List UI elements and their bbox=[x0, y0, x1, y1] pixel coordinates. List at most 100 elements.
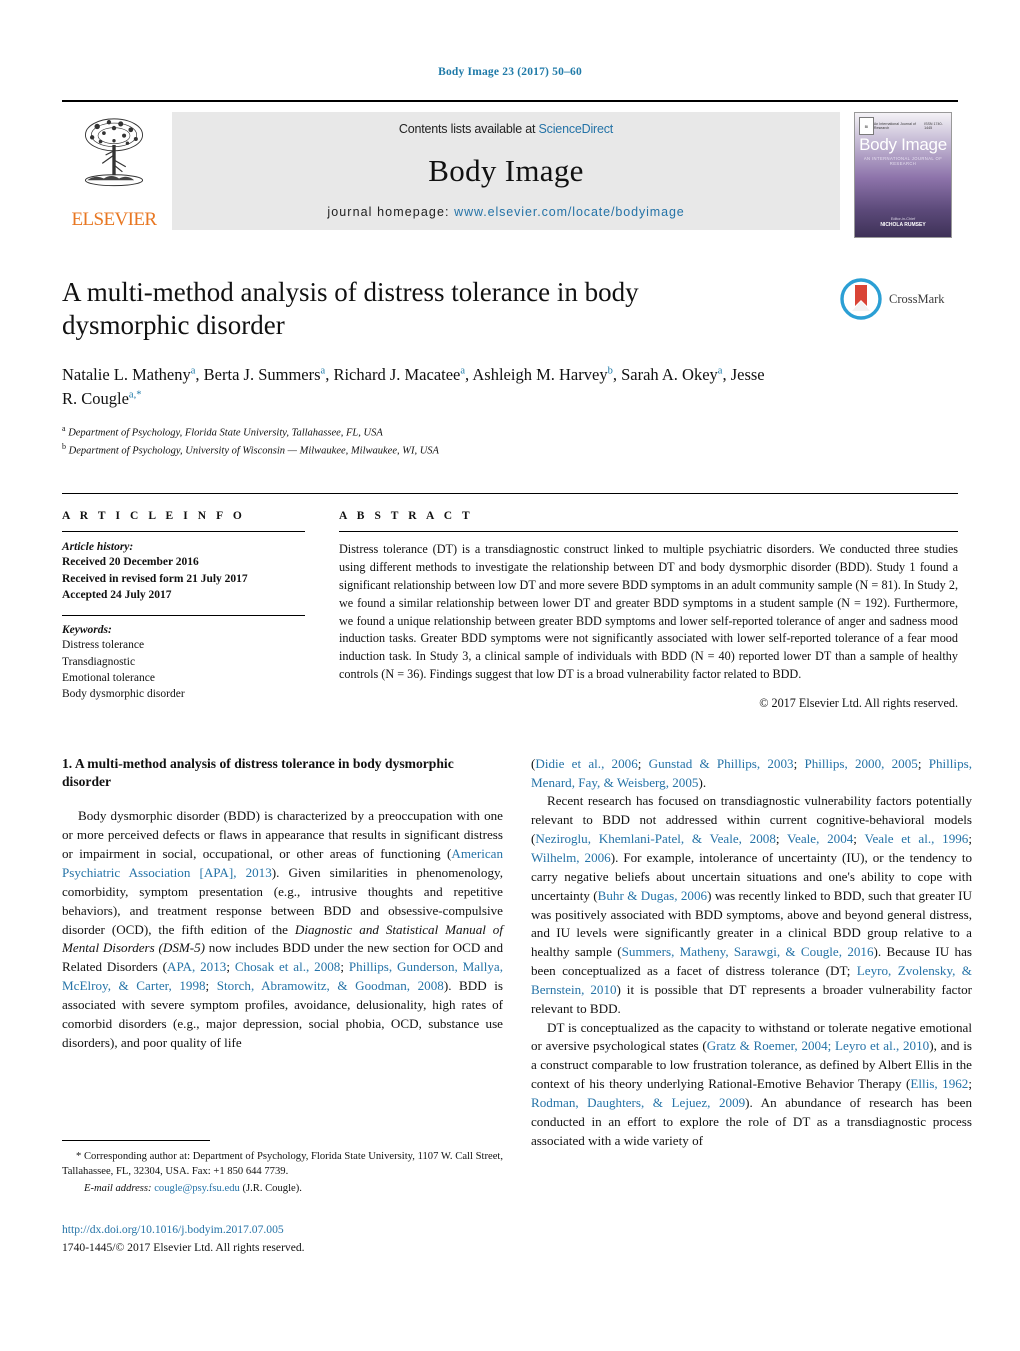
cover-publisher-logo-icon: BI bbox=[859, 117, 874, 135]
email-link[interactable]: cougle@psy.fsu.edu bbox=[154, 1183, 240, 1194]
divider bbox=[62, 531, 305, 533]
paragraph: DT is conceptualized as the capacity to … bbox=[531, 1019, 972, 1151]
author-list: Natalie L. Mathenya, Berta J. Summersa, … bbox=[62, 363, 782, 411]
paragraph: Recent research has focused on transdiag… bbox=[531, 792, 972, 1018]
text-segment: ; bbox=[340, 959, 349, 975]
affiliation-item: a Department of Psychology, Florida Stat… bbox=[62, 423, 958, 441]
journal-cover-block: BI An International Journal of Research … bbox=[854, 112, 958, 238]
abstract-copyright: © 2017 Elsevier Ltd. All rights reserved… bbox=[759, 695, 958, 710]
citation-link[interactable]: Phillips, 2000, 2005 bbox=[804, 756, 917, 771]
citation-link[interactable]: APA, 2013 bbox=[167, 959, 226, 974]
issn-copyright-line: 1740-1445/© 2017 Elsevier Ltd. All right… bbox=[62, 1240, 305, 1254]
doi-block: http://dx.doi.org/10.1016/j.bodyim.2017.… bbox=[62, 1222, 503, 1256]
article-page: Body Image 23 (2017) 50–60 ELSEVIER Cont… bbox=[0, 0, 1020, 1351]
article-history-heading: Article history: bbox=[62, 541, 134, 554]
journal-banner: Contents lists available at ScienceDirec… bbox=[172, 112, 840, 230]
citation-link[interactable]: Veale, 2004 bbox=[787, 831, 853, 846]
abstract-heading: A B S T R A C T bbox=[339, 510, 474, 523]
divider bbox=[339, 531, 958, 533]
author-entry: Natalie L. Mathenya, bbox=[62, 365, 204, 384]
affiliation-item: b Department of Psychology, University o… bbox=[62, 441, 958, 459]
text-segment: ; bbox=[793, 755, 805, 771]
keyword-item: Distress tolerance bbox=[62, 639, 145, 652]
paragraph: Body dysmorphic disorder (BDD) is charac… bbox=[62, 807, 503, 1052]
affiliation-text: Department of Psychology, University of … bbox=[68, 445, 439, 457]
cover-footer-line-1: Editor-in-Chief bbox=[890, 217, 916, 221]
elsevier-logo-block: ELSEVIER bbox=[62, 112, 172, 230]
author-affil-mark[interactable]: a,* bbox=[129, 389, 142, 400]
abstract-column: A B S T R A C T Distress tolerance (DT) … bbox=[339, 510, 958, 711]
text-segment: ; bbox=[775, 831, 788, 847]
article-info-column: A R T I C L E I N F O Article history: R… bbox=[62, 510, 305, 711]
author-entry: Ashleigh M. Harveyb, bbox=[472, 365, 621, 384]
article-history-item: Accepted 24 July 2017 bbox=[62, 588, 172, 601]
keyword-item: Body dysmorphic disorder bbox=[62, 688, 185, 701]
keyword-item: Emotional tolerance bbox=[62, 671, 155, 684]
article-info-heading: A R T I C L E I N F O bbox=[62, 510, 246, 523]
sciencedirect-link[interactable]: ScienceDirect bbox=[539, 122, 614, 136]
author-name: Berta J. Summers bbox=[203, 364, 321, 384]
citation-link[interactable]: Rodman, Daughters, & Lejuez, 2009 bbox=[531, 1095, 745, 1110]
citation-link[interactable]: Storch, Abramowitz, & Goodman, 2008 bbox=[217, 978, 444, 993]
affiliation-text: Department of Psychology, Florida State … bbox=[68, 427, 383, 439]
info-abstract-block: A R T I C L E I N F O Article history: R… bbox=[62, 493, 958, 711]
text-segment: ; bbox=[968, 1076, 972, 1092]
body-column-left: 1. A multi-method analysis of distress t… bbox=[62, 755, 503, 1151]
citation-link[interactable]: Buhr & Dugas, 2006 bbox=[598, 888, 707, 903]
footnote-divider bbox=[62, 1140, 210, 1141]
divider bbox=[62, 615, 305, 617]
body-columns: 1. A multi-method analysis of distress t… bbox=[62, 755, 972, 1151]
section-heading: 1. A multi-method analysis of distress t… bbox=[62, 755, 454, 790]
author-name: Ashleigh M. Harvey bbox=[472, 364, 608, 384]
citation-link[interactable]: Summers, Matheny, Sarawgi, & Cougle, 201… bbox=[622, 944, 874, 959]
keywords-heading: Keywords: bbox=[62, 624, 112, 637]
citation-link[interactable]: Chosak et al., 2008 bbox=[235, 959, 341, 974]
text-segment: ). bbox=[698, 774, 707, 790]
author-sep: , bbox=[195, 364, 204, 384]
journal-homepage-line: journal homepage: www.elsevier.com/locat… bbox=[327, 205, 684, 219]
article-history-item: Received 20 December 2016 bbox=[62, 556, 199, 569]
footnote-area: * Corresponding author at: Department of… bbox=[62, 1140, 503, 1256]
homepage-url[interactable]: www.elsevier.com/locate/bodyimage bbox=[454, 205, 685, 219]
email-attribution: (J.R. Cougle). bbox=[242, 1182, 302, 1194]
paragraph: (Didie et al., 2006; Gunstad & Phillips,… bbox=[531, 755, 972, 793]
citation-link[interactable]: Gratz & Roemer, 2004; Leyro et al., 2010 bbox=[707, 1038, 929, 1053]
title-area: CrossMark A multi-method analysis of dis… bbox=[62, 276, 958, 459]
homepage-prefix: journal homepage: bbox=[327, 205, 455, 219]
page-title: A multi-method analysis of distress tole… bbox=[62, 277, 639, 341]
affiliation-list: a Department of Psychology, Florida Stat… bbox=[62, 423, 958, 460]
author-name: Natalie L. Matheny bbox=[62, 364, 191, 384]
crossmark-badge[interactable]: CrossMark bbox=[840, 278, 958, 320]
abstract-text: Distress tolerance (DT) is a transdiagno… bbox=[339, 542, 958, 681]
email-note: E-mail address: cougle@psy.fsu.edu (J.R.… bbox=[62, 1181, 503, 1196]
text-segment: ; bbox=[226, 959, 235, 975]
author-sep: , bbox=[612, 364, 622, 384]
corresponding-author-note: * Corresponding author at: Department of… bbox=[62, 1151, 503, 1178]
author-entry: Sarah A. Okeya, bbox=[621, 365, 731, 384]
citation-link[interactable]: Ellis, 1962 bbox=[910, 1076, 968, 1091]
crossmark-label: CrossMark bbox=[889, 291, 945, 306]
text-segment: Body dysmorphic disorder (BDD) is charac… bbox=[62, 808, 503, 862]
doi-link[interactable]: http://dx.doi.org/10.1016/j.bodyim.2017.… bbox=[62, 1222, 503, 1238]
journal-cover-thumbnail: BI An International Journal of Research … bbox=[854, 112, 952, 238]
body-column-right: (Didie et al., 2006; Gunstad & Phillips,… bbox=[531, 755, 972, 1151]
contents-available-line: Contents lists available at ScienceDirec… bbox=[399, 122, 613, 136]
crossmark-icon bbox=[840, 278, 882, 320]
elsevier-wordmark: ELSEVIER bbox=[71, 209, 158, 230]
journal-masthead: ELSEVIER Contents lists available at Sci… bbox=[62, 100, 958, 238]
keyword-item: Transdiagnostic bbox=[62, 655, 136, 668]
citation-link[interactable]: Wilhelm, 2006 bbox=[531, 850, 611, 865]
author-name: Richard J. Macatee bbox=[333, 364, 461, 384]
cover-footer-line-2: NICHOLA RUMSEY bbox=[880, 222, 926, 228]
article-history-item: Received in revised form 21 July 2017 bbox=[62, 572, 248, 585]
citation-link[interactable]: Didie et al., 2006 bbox=[535, 756, 637, 771]
author-entry: Richard J. Macateea, bbox=[333, 365, 472, 384]
cover-top-right-text: ISSN 1740-1445 bbox=[924, 122, 943, 130]
citation-link[interactable]: Gunstad & Phillips, 2003 bbox=[649, 756, 794, 771]
running-head: Body Image 23 (2017) 50–60 bbox=[438, 66, 582, 78]
citation-link[interactable]: Neziroglu, Khemlani-Patel, & Veale, 2008 bbox=[535, 831, 776, 846]
author-sep: , bbox=[722, 364, 731, 384]
author-entry: Berta J. Summersa, bbox=[204, 365, 334, 384]
journal-title: Body Image bbox=[428, 152, 584, 188]
citation-link[interactable]: Veale et al., 1996 bbox=[864, 831, 968, 846]
